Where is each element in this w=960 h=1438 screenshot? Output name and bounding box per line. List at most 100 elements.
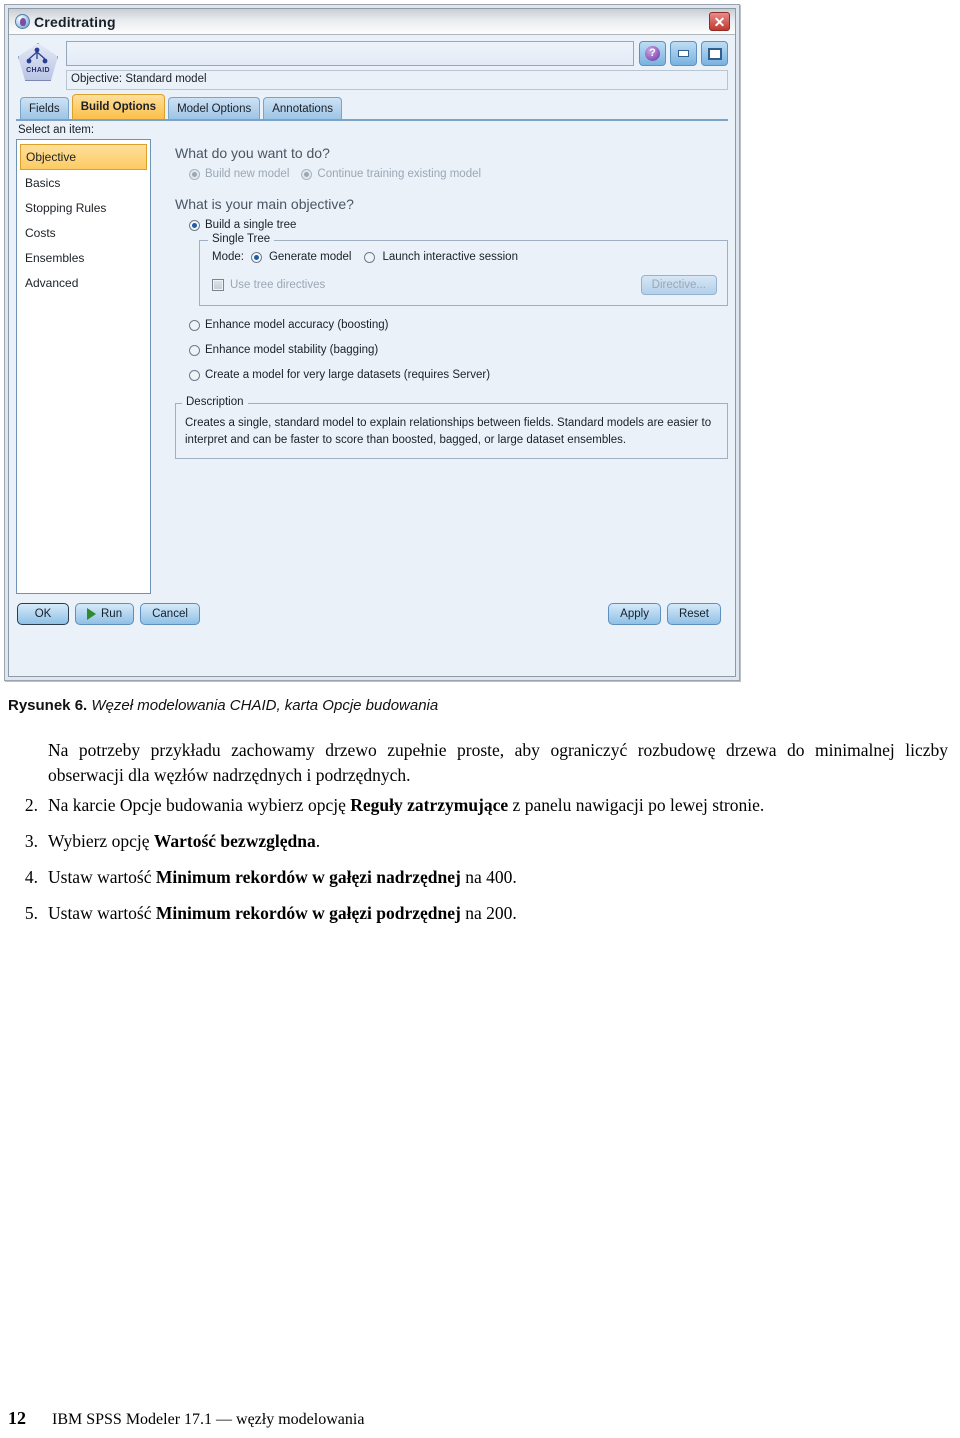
footer-text: IBM SPSS Modeler 17.1 — węzły modelowani… [52, 1411, 365, 1428]
list-item: 3. Wybierz opcję Wartość bezwzględna. [20, 829, 950, 854]
step-text: Ustaw wartość Minimum rekordów w gałęzi … [48, 901, 950, 926]
step-number: 4. [24, 867, 38, 887]
label-boosting: Enhance model accuracy (boosting) [205, 319, 389, 331]
tab-model-options[interactable]: Model Options [168, 97, 261, 119]
step-text-pre: Wybierz opcję [48, 831, 154, 851]
description-group-title: Description [182, 396, 248, 408]
tab-annotations[interactable]: Annotations [263, 97, 342, 119]
chaid-node-label: CHAID [26, 67, 50, 74]
label-bagging: Enhance model stability (bagging) [205, 344, 379, 356]
list-item: 4. Ustaw wartość Minimum rekordów w gałę… [20, 865, 950, 890]
run-button[interactable]: Run [75, 603, 135, 625]
figure-caption: Rysunek 6. Węzeł modelowania CHAID, kart… [8, 697, 948, 714]
objective-large-datasets-row: Create a model for very large datasets (… [189, 369, 728, 381]
mode-label: Mode: [212, 251, 244, 263]
dialog-titlebar: Creditrating ✕ [9, 9, 735, 35]
maximize-icon [707, 47, 722, 60]
step-text: Ustaw wartość Minimum rekordów w gałęzi … [48, 865, 950, 890]
sidebar-item-stopping-rules[interactable]: Stopping Rules [20, 196, 147, 220]
radio-boosting[interactable] [189, 319, 200, 331]
sidebar-item-costs[interactable]: Costs [20, 221, 147, 245]
minimize-button[interactable] [670, 41, 697, 66]
label-use-tree-directives: Use tree directives [230, 279, 326, 291]
navigation-list: Objective Basics Stopping Rules Costs En… [16, 139, 151, 594]
action-radio-row: Build new model Continue training existi… [189, 168, 728, 180]
radio-continue-training[interactable] [301, 168, 313, 180]
radio-large-datasets[interactable] [189, 369, 200, 381]
figure-caption-text: Węzeł modelowania CHAID, karta Opcje bud… [91, 697, 439, 714]
mode-row: Mode: Generate model Launch interactive … [212, 251, 717, 263]
step-text: Wybierz opcję Wartość bezwzględna. [48, 829, 950, 854]
label-launch-interactive: Launch interactive session [382, 251, 518, 263]
step-text-bold: Minimum rekordów w gałęzi podrzędnej [155, 903, 461, 923]
step-number: 5. [24, 903, 38, 923]
step-text-bold: Minimum rekordów w gałęzi nadrzędnej [155, 867, 461, 887]
label-generate-model: Generate model [268, 251, 352, 263]
close-icon[interactable]: ✕ [709, 12, 730, 31]
play-icon [87, 608, 96, 620]
step-text: Na karcie Opcje budowania wybierz opcję … [48, 793, 950, 818]
intro-paragraph: Na potrzeby przykładu zachowamy drzewo z… [48, 740, 948, 785]
tab-build-options[interactable]: Build Options [71, 94, 166, 119]
minimize-icon [678, 50, 689, 57]
checkbox-use-tree-directives[interactable] [212, 279, 224, 291]
page-footer: 12 IBM SPSS Modeler 17.1 — węzły modelow… [8, 1408, 364, 1429]
objective-boosting-row: Enhance model accuracy (boosting) [189, 319, 728, 331]
radio-generate-model[interactable] [250, 251, 262, 263]
document-page: Creditrating ✕ CHAID ? Objective: Standa… [0, 0, 960, 1438]
help-button[interactable]: ? [639, 41, 666, 66]
figure-label: Rysunek 6. [8, 697, 88, 714]
label-build-new-model: Build new model [205, 168, 290, 180]
sidebar-item-basics[interactable]: Basics [20, 171, 147, 195]
model-name-input[interactable] [66, 41, 634, 66]
question-what-to-do: What do you want to do? [175, 145, 330, 161]
tab-fields[interactable]: Fields [20, 97, 69, 119]
label-large-datasets: Create a model for very large datasets (… [205, 369, 491, 381]
radio-launch-interactive[interactable] [364, 251, 376, 263]
step-text-pre: Ustaw wartość [48, 867, 156, 887]
objective-single-tree-row: Build a single tree [189, 219, 728, 231]
list-item: 2. Na karcie Opcje budowania wybierz opc… [20, 793, 950, 818]
dialog-button-bar: OK Run Cancel Apply Reset [9, 594, 735, 625]
radio-build-new-model[interactable] [189, 168, 200, 180]
step-text-bold: Reguły zatrzymujące [350, 795, 509, 815]
objective-bagging-row: Enhance model stability (bagging) [189, 344, 728, 356]
objective-summary-bar: Objective: Standard model [66, 70, 728, 90]
spss-dialog-screenshot: Creditrating ✕ CHAID ? Objective: Standa… [4, 4, 740, 681]
question-main-objective: What is your main objective? [175, 196, 354, 212]
ok-button[interactable]: OK [17, 603, 69, 625]
maximize-button[interactable] [701, 41, 728, 66]
dialog-title: Creditrating [34, 13, 116, 30]
step-text-post: . [315, 831, 321, 851]
step-number: 2. [24, 795, 38, 815]
description-text: Creates a single, standard model to expl… [185, 417, 712, 446]
list-item: 5. Ustaw wartość Minimum rekordów w gałę… [20, 901, 950, 926]
options-panel: What do you want to do? Build new model … [151, 121, 728, 594]
sidebar-item-objective[interactable]: Objective [20, 144, 147, 170]
steps-list: 2. Na karcie Opcje budowania wybierz opc… [20, 793, 950, 937]
radio-build-single-tree[interactable] [189, 219, 200, 231]
step-text-bold: Wartość bezwzględna [153, 831, 316, 851]
chaid-node-icon: CHAID [16, 41, 60, 89]
apply-button[interactable]: Apply [608, 603, 661, 625]
reset-button[interactable]: Reset [666, 603, 721, 625]
dialog-tabs: Fields Build Options Model Options Annot… [9, 92, 735, 119]
step-text-pre: Ustaw wartość [48, 903, 156, 923]
run-button-label: Run [101, 608, 123, 620]
label-continue-training: Continue training existing model [317, 168, 482, 180]
select-item-label: Select an item: [18, 124, 95, 136]
single-tree-group-title: Single Tree [208, 233, 275, 245]
tree-glyph [26, 47, 48, 64]
description-group: Description Creates a single, standard m… [175, 396, 728, 459]
single-tree-group: Single Tree Mode: Generate model Launch … [199, 233, 728, 306]
sidebar-item-ensembles[interactable]: Ensembles [20, 246, 147, 270]
step-number: 3. [24, 831, 38, 851]
cancel-button[interactable]: Cancel [140, 603, 200, 625]
dialog-frame: Creditrating ✕ CHAID ? Objective: Standa… [8, 8, 736, 677]
radio-bagging[interactable] [189, 344, 200, 356]
step-text-pre: Na karcie Opcje budowania wybierz opcję [48, 795, 351, 815]
sidebar-item-advanced[interactable]: Advanced [20, 271, 147, 295]
label-build-single-tree: Build a single tree [205, 219, 297, 231]
directive-button[interactable]: Directive... [640, 275, 717, 295]
dialog-body: Select an item: Objective Basics Stoppin… [9, 121, 735, 594]
